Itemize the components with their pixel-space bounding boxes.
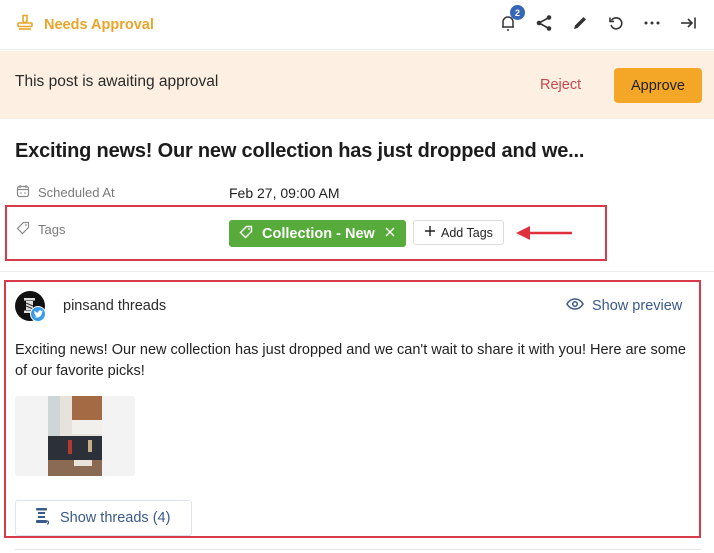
tags-label-text: Tags: [38, 222, 66, 237]
tag-icon: [239, 225, 253, 243]
approval-banner: This post is awaiting approval Reject Ap…: [0, 51, 714, 119]
account-name: pinsand threads: [63, 298, 167, 314]
scheduled-label-text: Scheduled At: [38, 185, 115, 200]
stamp-icon: [16, 13, 34, 36]
show-preview-label: Show preview: [592, 298, 683, 314]
tag-icon: [16, 221, 30, 238]
add-tags-button[interactable]: Add Tags: [413, 220, 504, 245]
edit-button[interactable]: [562, 12, 598, 38]
eye-icon: [566, 297, 584, 315]
section-divider: [0, 271, 714, 272]
scheduled-value: Feb 27, 09:00 AM: [229, 185, 340, 201]
pencil-icon: [571, 14, 589, 37]
tags-label: Tags: [16, 221, 65, 238]
notification-count-badge: 2: [510, 5, 525, 20]
approval-status: Needs Approval: [16, 13, 154, 36]
collapse-panel-icon: [679, 14, 697, 37]
show-threads-label: Show threads (4): [60, 510, 171, 526]
status-label: Needs Approval: [44, 16, 154, 33]
twitter-icon: [30, 306, 46, 322]
show-threads-button[interactable]: Show threads (4): [15, 500, 192, 536]
share-button[interactable]: [526, 12, 562, 38]
annotation-arrow-icon: [514, 224, 574, 247]
store-photo-image: [48, 396, 102, 476]
add-tags-label: Add Tags: [441, 225, 493, 240]
remove-tag-icon[interactable]: [384, 226, 396, 242]
history-button[interactable]: [598, 12, 634, 38]
more-options-button[interactable]: [634, 12, 670, 38]
bottom-divider: [15, 549, 701, 550]
account-avatar: [15, 291, 46, 322]
toolbar: 2: [490, 5, 706, 38]
more-icon: [643, 14, 661, 37]
history-icon: [607, 14, 625, 37]
threads-icon: [34, 507, 50, 529]
approve-button[interactable]: Approve: [614, 68, 702, 103]
tag-chip[interactable]: Collection - New: [229, 220, 406, 247]
post-header: Needs Approval 2: [0, 0, 714, 50]
post-body-text: Exciting news! Our new collection has ju…: [15, 342, 686, 379]
collapse-panel-button[interactable]: [670, 12, 706, 38]
plus-icon: [424, 225, 436, 240]
share-icon: [535, 14, 553, 37]
calendar-icon: [16, 184, 30, 201]
notifications-button[interactable]: 2: [490, 5, 526, 38]
approval-message: This post is awaiting approval: [15, 73, 219, 90]
scheduled-label: Scheduled At: [16, 184, 115, 201]
show-preview-button[interactable]: Show preview: [566, 297, 682, 315]
media-thumbnail[interactable]: [15, 396, 135, 476]
reject-button[interactable]: Reject: [540, 77, 581, 93]
post-title: Exciting news! Our new collection has ju…: [15, 140, 585, 162]
tag-label: Collection - New: [262, 225, 375, 242]
